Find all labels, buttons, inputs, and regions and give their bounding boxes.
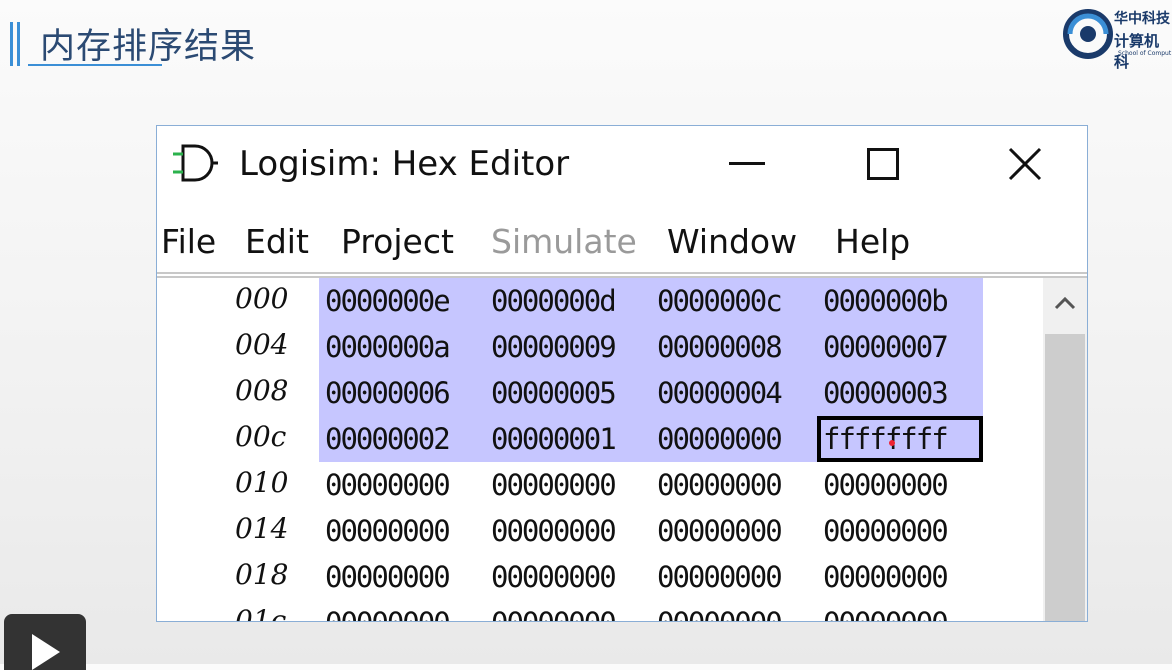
hex-cell[interactable]: 00000000 [485,554,651,600]
hex-cell[interactable]: 00000000 [817,600,983,621]
menu-help[interactable]: Help [835,222,910,261]
hex-cell[interactable]: 00000000 [651,462,817,508]
hex-cell[interactable]: 00000007 [817,324,983,370]
row-address: 01c [235,604,287,622]
scroll-thumb[interactable] [1045,334,1085,621]
hex-cell[interactable]: 0000000c [651,278,817,324]
hex-cell[interactable]: 0000000a [319,324,485,370]
hex-row: 008 00000006 00000005 00000004 00000003 [157,370,1045,416]
hex-cell[interactable]: 00000003 [817,370,983,416]
close-icon [1008,147,1042,181]
hex-cell[interactable]: 00000000 [651,416,817,462]
logo-subtext: School of Comput [1118,50,1172,57]
hex-cell[interactable]: 00000000 [319,554,485,600]
hex-cell[interactable]: 00000000 [817,554,983,600]
scroll-up-icon [1054,296,1076,310]
hex-cell[interactable]: 00000004 [651,370,817,416]
menu-bar: File Edit Project Simulate Window Help [157,212,1087,270]
hex-cell[interactable]: 00000009 [485,324,651,370]
row-address: 010 [235,466,289,499]
hex-cell[interactable]: 00000000 [485,600,651,621]
row-address: 000 [235,282,289,315]
title-accent-bars [10,22,28,66]
row-address: 018 [235,558,289,591]
maximize-button[interactable] [851,138,915,190]
hex-row: 004 0000000a 00000009 00000008 00000007 [157,324,1045,370]
hex-cell[interactable]: 00000008 [651,324,817,370]
hex-row: 014 00000000 00000000 00000000 00000000 [157,508,1045,554]
logo-line1: 华中科技 [1114,11,1170,27]
slide-title: 内存排序结果 [40,27,257,67]
hex-cell[interactable]: 00000000 [651,508,817,554]
text-cursor [889,440,895,446]
window-title: Logisim: Hex Editor [239,144,570,184]
menu-window[interactable]: Window [667,222,797,261]
row-address: 014 [235,512,289,545]
logo-emblem-icon [1063,9,1113,59]
hex-cell[interactable]: 00000000 [817,508,983,554]
hex-row: 00c 00000002 00000001 00000000 ffffffff [157,416,1045,462]
maximize-icon [867,148,899,180]
hex-cell[interactable]: 00000001 [485,416,651,462]
row-address: 008 [235,374,289,407]
play-button[interactable] [4,614,86,670]
menu-simulate[interactable]: Simulate [491,222,637,261]
university-logo: 华中科技 计算机科 School of Comput [1062,8,1172,71]
hex-cell[interactable]: 0000000d [485,278,651,324]
hex-cell[interactable]: 0000000e [319,278,485,324]
minimize-button[interactable] [715,138,779,190]
hex-cell[interactable]: 00000000 [319,508,485,554]
menu-edit[interactable]: Edit [245,222,309,261]
hex-cell[interactable]: 00000000 [651,600,817,621]
scroll-up-button[interactable] [1043,278,1087,328]
title-underline [28,64,162,66]
row-address: 004 [235,328,289,361]
hex-cell[interactable]: 00000000 [319,600,485,621]
close-button[interactable] [993,138,1057,190]
hex-row: 010 00000000 00000000 00000000 00000000 [157,462,1045,508]
menu-file[interactable]: File [161,222,216,261]
hex-row: 018 00000000 00000000 00000000 00000000 [157,554,1045,600]
hex-cell[interactable]: ffffffff [817,416,983,462]
hex-cell[interactable]: 0000000b [817,278,983,324]
hex-cell[interactable]: 00000006 [319,370,485,416]
hex-cell[interactable]: 00000000 [817,462,983,508]
hex-editor-window: Logisim: Hex Editor File Edit Project Si… [156,125,1088,622]
row-address: 00c [235,420,287,453]
hex-row: 000 0000000e 0000000d 0000000c 0000000b [157,278,1045,324]
hex-cell[interactable]: 00000002 [319,416,485,462]
menu-project[interactable]: Project [341,222,454,261]
hex-cell[interactable]: 00000000 [651,554,817,600]
hex-cell[interactable]: 00000000 [485,462,651,508]
hex-cell[interactable]: 00000000 [485,508,651,554]
title-bar[interactable]: Logisim: Hex Editor [157,126,1087,202]
play-icon [32,634,60,670]
and-gate-icon [171,140,219,190]
hex-cell[interactable]: 00000005 [485,370,651,416]
vertical-scrollbar[interactable] [1043,278,1087,621]
hex-row: 01c00000000000000000000000000000000 [157,600,1045,622]
hex-cell[interactable]: 00000000 [319,462,485,508]
minimize-icon [729,162,765,165]
hex-grid[interactable]: 000 0000000e 0000000d 0000000c 0000000b 004 00… [157,278,1045,622]
